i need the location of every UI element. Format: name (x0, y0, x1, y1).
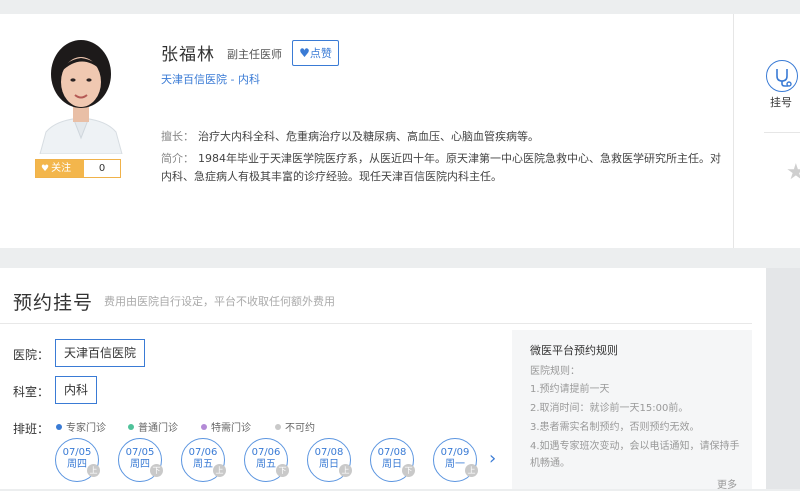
intro-line: 简介： 1984年毕业于天津医学院医疗系，从医近四十年。原天津第一中心医院急救中心… (161, 150, 721, 186)
schedule-day[interactable]: 07/05 周四 上 (55, 438, 100, 482)
follow-widget[interactable]: ♥ 关注 0 (35, 159, 121, 178)
booking-title: 预约挂号 (13, 292, 94, 314)
follow-button[interactable]: ♥ 关注 (36, 160, 84, 177)
rule-item: 1.预约请提前一天 (530, 384, 610, 395)
half-day-badge: 上 (87, 464, 100, 477)
follow-count: 0 (98, 163, 106, 174)
heart-icon: ♥ (41, 164, 50, 174)
like-button[interactable]: ♥点赞 (292, 40, 339, 66)
legend-label: 专家门诊 (66, 423, 106, 434)
legend-dot (56, 424, 62, 430)
schedule-day[interactable]: 07/06 周五 下 (244, 438, 289, 482)
legend-unavailable: 不可约 (275, 419, 315, 434)
half-day-badge: 下 (150, 464, 163, 477)
half-day-badge: 上 (339, 464, 352, 477)
intro-label: 简介： (161, 152, 194, 165)
schedule-label: 排班： (13, 422, 50, 436)
schedule-day[interactable]: 07/08 周日 下 (370, 438, 415, 482)
register-label: 挂号 (770, 96, 792, 109)
booking-divider (0, 323, 752, 324)
rules-title: 微医平台预约规则 (530, 344, 618, 357)
specialty-line: 擅长： 治疗大内科全科、危重病治疗以及糖尿病、高血压、心脑血管疾病等。 (161, 128, 539, 144)
chevron-right-icon[interactable]: › (489, 448, 496, 469)
day-date: 07/06 (188, 447, 218, 458)
schedule-day[interactable]: 07/06 周五 上 (181, 438, 226, 482)
day-date: 07/08 (314, 447, 344, 458)
dept-select[interactable]: 内科 (55, 376, 98, 404)
legend-dot (275, 424, 281, 430)
legend-label: 不可约 (285, 423, 315, 434)
doctor-title: 副主任医师 (227, 48, 282, 61)
doctor-hospital-link[interactable]: 天津百信医院 - 内科 (161, 71, 260, 87)
legend-expert: 专家门诊 (56, 419, 106, 434)
side-divider (764, 132, 800, 133)
rules-panel: 微医平台预约规则 医院规则： 1.预约请提前一天 2.取消时间：就诊前一天15:… (512, 330, 752, 491)
half-day-badge: 下 (276, 464, 289, 477)
booking-subtitle: 费用由医院自行设定，平台不收取任何额外费用 (104, 295, 335, 308)
doctor-avatar (36, 34, 126, 154)
star-icon[interactable]: ★ (786, 160, 800, 185)
stethoscope-icon (776, 69, 792, 87)
hospital-select[interactable]: 天津百信医院 (55, 339, 146, 367)
day-date: 07/05 (62, 447, 92, 458)
rules-subtitle: 医院规则： (530, 366, 580, 377)
doctor-profile-card: ♥ 关注 0 张福林 副主任医师 ♥点赞 天津百信医院 - 内科 擅长： 治疗大内科… (0, 14, 733, 248)
legend-label: 特需门诊 (211, 423, 251, 434)
intro-text: 1984年毕业于天津医学院医疗系，从医近四十年。原天津第一中心医院急救中心、急救… (161, 152, 721, 183)
doctor-name: 张福林 (161, 45, 215, 65)
hospital-field-label: 医院： (13, 348, 50, 362)
schedule-day[interactable]: 07/09 周一 上 (433, 438, 478, 482)
half-day-badge: 下 (402, 464, 415, 477)
day-date: 07/09 (440, 447, 470, 458)
dept-field-label: 科室： (13, 385, 50, 399)
schedule-day[interactable]: 07/08 周日 上 (307, 438, 352, 482)
legend-general: 普通门诊 (128, 419, 178, 434)
booking-card: 预约挂号 费用由医院自行设定，平台不收取任何额外费用 医院： 天津百信医院 科室… (0, 268, 766, 491)
day-date: 07/06 (251, 447, 281, 458)
legend-special: 特需门诊 (201, 419, 251, 434)
day-date: 07/08 (377, 447, 407, 458)
side-panel: 挂号 ★ (733, 14, 800, 248)
heart-icon: ♥ (299, 46, 310, 60)
specialty-text: 治疗大内科全科、危重病治疗以及糖尿病、高血压、心脑血管疾病等。 (198, 130, 539, 143)
rule-item: 4.如遇专家班次变动，会以电话通知，请保持手机畅通。 (530, 441, 740, 469)
half-day-badge: 上 (213, 464, 226, 477)
rule-item: 2.取消时间：就诊前一天15:00前。 (530, 403, 689, 414)
page-scroll-area (766, 268, 800, 489)
legend-dot (201, 424, 207, 430)
like-label: 点赞 (309, 47, 332, 60)
specialty-label: 擅长： (161, 130, 194, 143)
schedule-day[interactable]: 07/05 周四 下 (118, 438, 163, 482)
half-day-badge: 上 (465, 464, 478, 477)
day-date: 07/05 (125, 447, 155, 458)
legend-label: 普通门诊 (138, 423, 178, 434)
follow-label: 关注 (51, 163, 72, 174)
legend-dot (128, 424, 134, 430)
register-button[interactable] (766, 60, 798, 92)
rule-item: 3.患者需实名制预约，否则预约无效。 (530, 422, 700, 433)
